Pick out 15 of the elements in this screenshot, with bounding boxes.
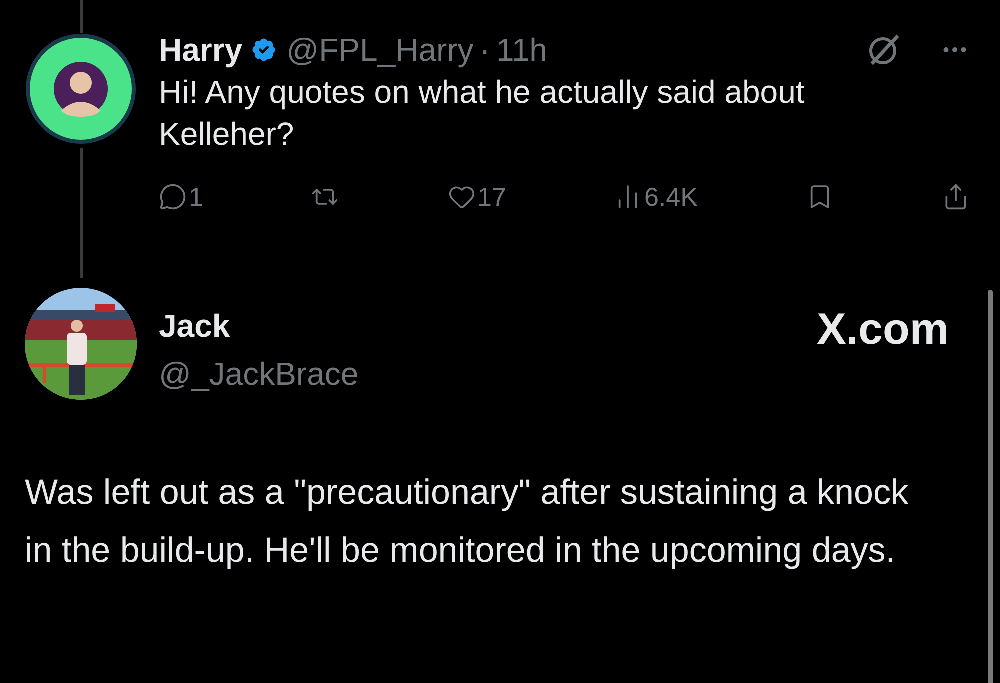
reply-button[interactable]: 1: [159, 182, 204, 212]
scrollbar[interactable]: [988, 290, 993, 683]
post-text: Hi! Any quotes on what he actually said about Kelleher?: [159, 73, 806, 154]
avatar[interactable]: [25, 33, 137, 145]
display-name[interactable]: Jack: [159, 306, 230, 346]
reply-icon[interactable]: [159, 183, 187, 211]
like-button[interactable]: 17: [448, 182, 506, 212]
post-text: Was left out as a "precautionary" after sustaining a knock in the build-up. He'll be monitored in the upcoming days.: [25, 472, 910, 572]
user-handle[interactable]: @_JackBrace: [159, 354, 975, 394]
display-name[interactable]: Harry: [159, 30, 243, 70]
site-label: X.com: [816, 306, 949, 354]
user-handle[interactable]: @FPL_Harry: [286, 30, 474, 70]
post-time: 11h: [496, 31, 548, 70]
separator: ·: [480, 31, 490, 70]
views-button[interactable]: 6.4K: [614, 182, 698, 212]
